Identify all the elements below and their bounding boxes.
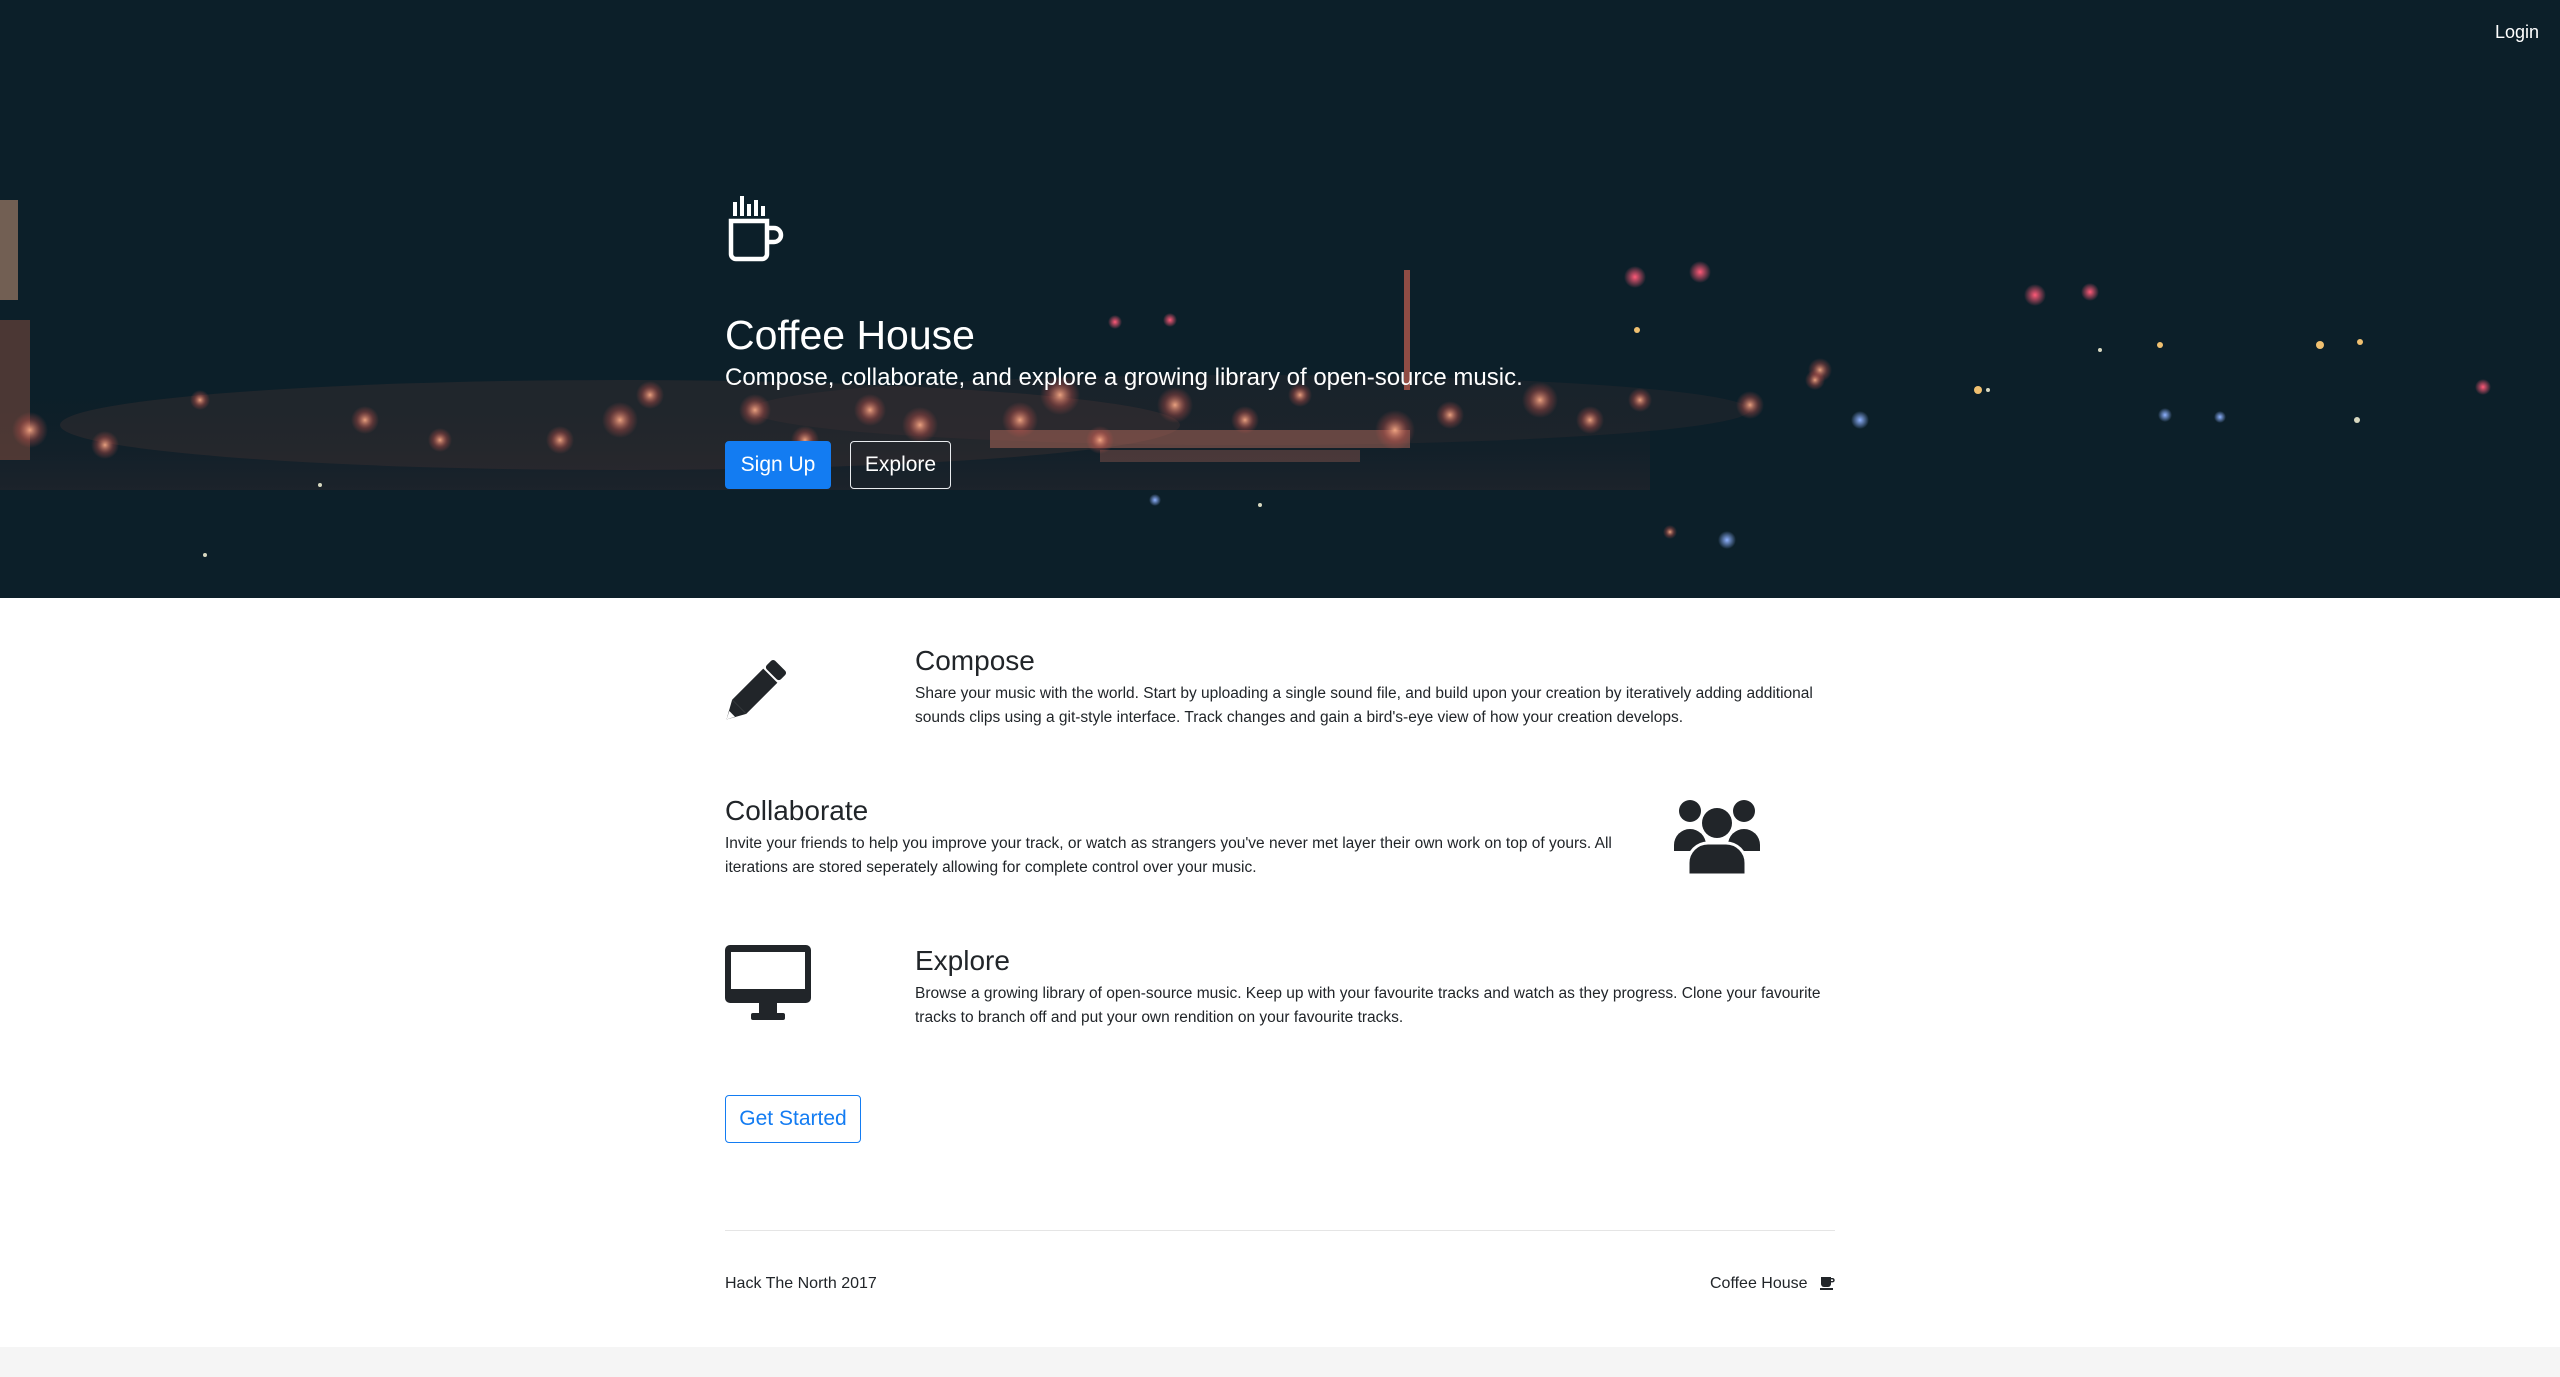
footer-divider: [725, 1230, 1835, 1231]
feature-title: Compose: [915, 645, 1035, 676]
feature-title: Collaborate: [725, 795, 869, 826]
hero-background-image: [0, 200, 2491, 557]
users-icon: [1674, 800, 1760, 877]
login-link[interactable]: Login: [2495, 22, 2539, 43]
features-section: Compose Share your music with the world.…: [0, 598, 2560, 1347]
footer-brand-label: Coffee House: [1710, 1275, 1808, 1292]
bottom-strip: [0, 1347, 2560, 1377]
feature-title: Explore: [915, 945, 1010, 976]
coffee-icon: [1820, 1277, 1835, 1290]
get-started-button[interactable]: Get Started: [725, 1095, 861, 1143]
desktop-icon: [725, 945, 811, 1020]
coffee-music-icon: [728, 196, 784, 262]
footer-credit: Hack The North 2017: [725, 1275, 877, 1292]
hero-content: Coffee House Compose, collaborate, and e…: [725, 192, 1925, 489]
pencil-icon: [726, 659, 787, 720]
footer-brand: Coffee House: [1710, 1275, 1835, 1293]
hero-banner: Login Coffee House Compose, collaborate,…: [0, 0, 2560, 598]
sign-up-button[interactable]: Sign Up: [725, 441, 831, 489]
hero-subtitle: Compose, collaborate, and explore a grow…: [725, 364, 1523, 391]
explore-button[interactable]: Explore: [850, 441, 951, 489]
hero-title: Coffee House: [725, 312, 975, 358]
feature-text: Share your music with the world. Start b…: [915, 685, 1813, 726]
feature-text: Browse a growing library of open-source …: [915, 985, 1821, 1026]
feature-text: Invite your friends to help you improve …: [725, 835, 1612, 876]
page: Login Coffee House Compose, collaborate,…: [0, 0, 2560, 1377]
